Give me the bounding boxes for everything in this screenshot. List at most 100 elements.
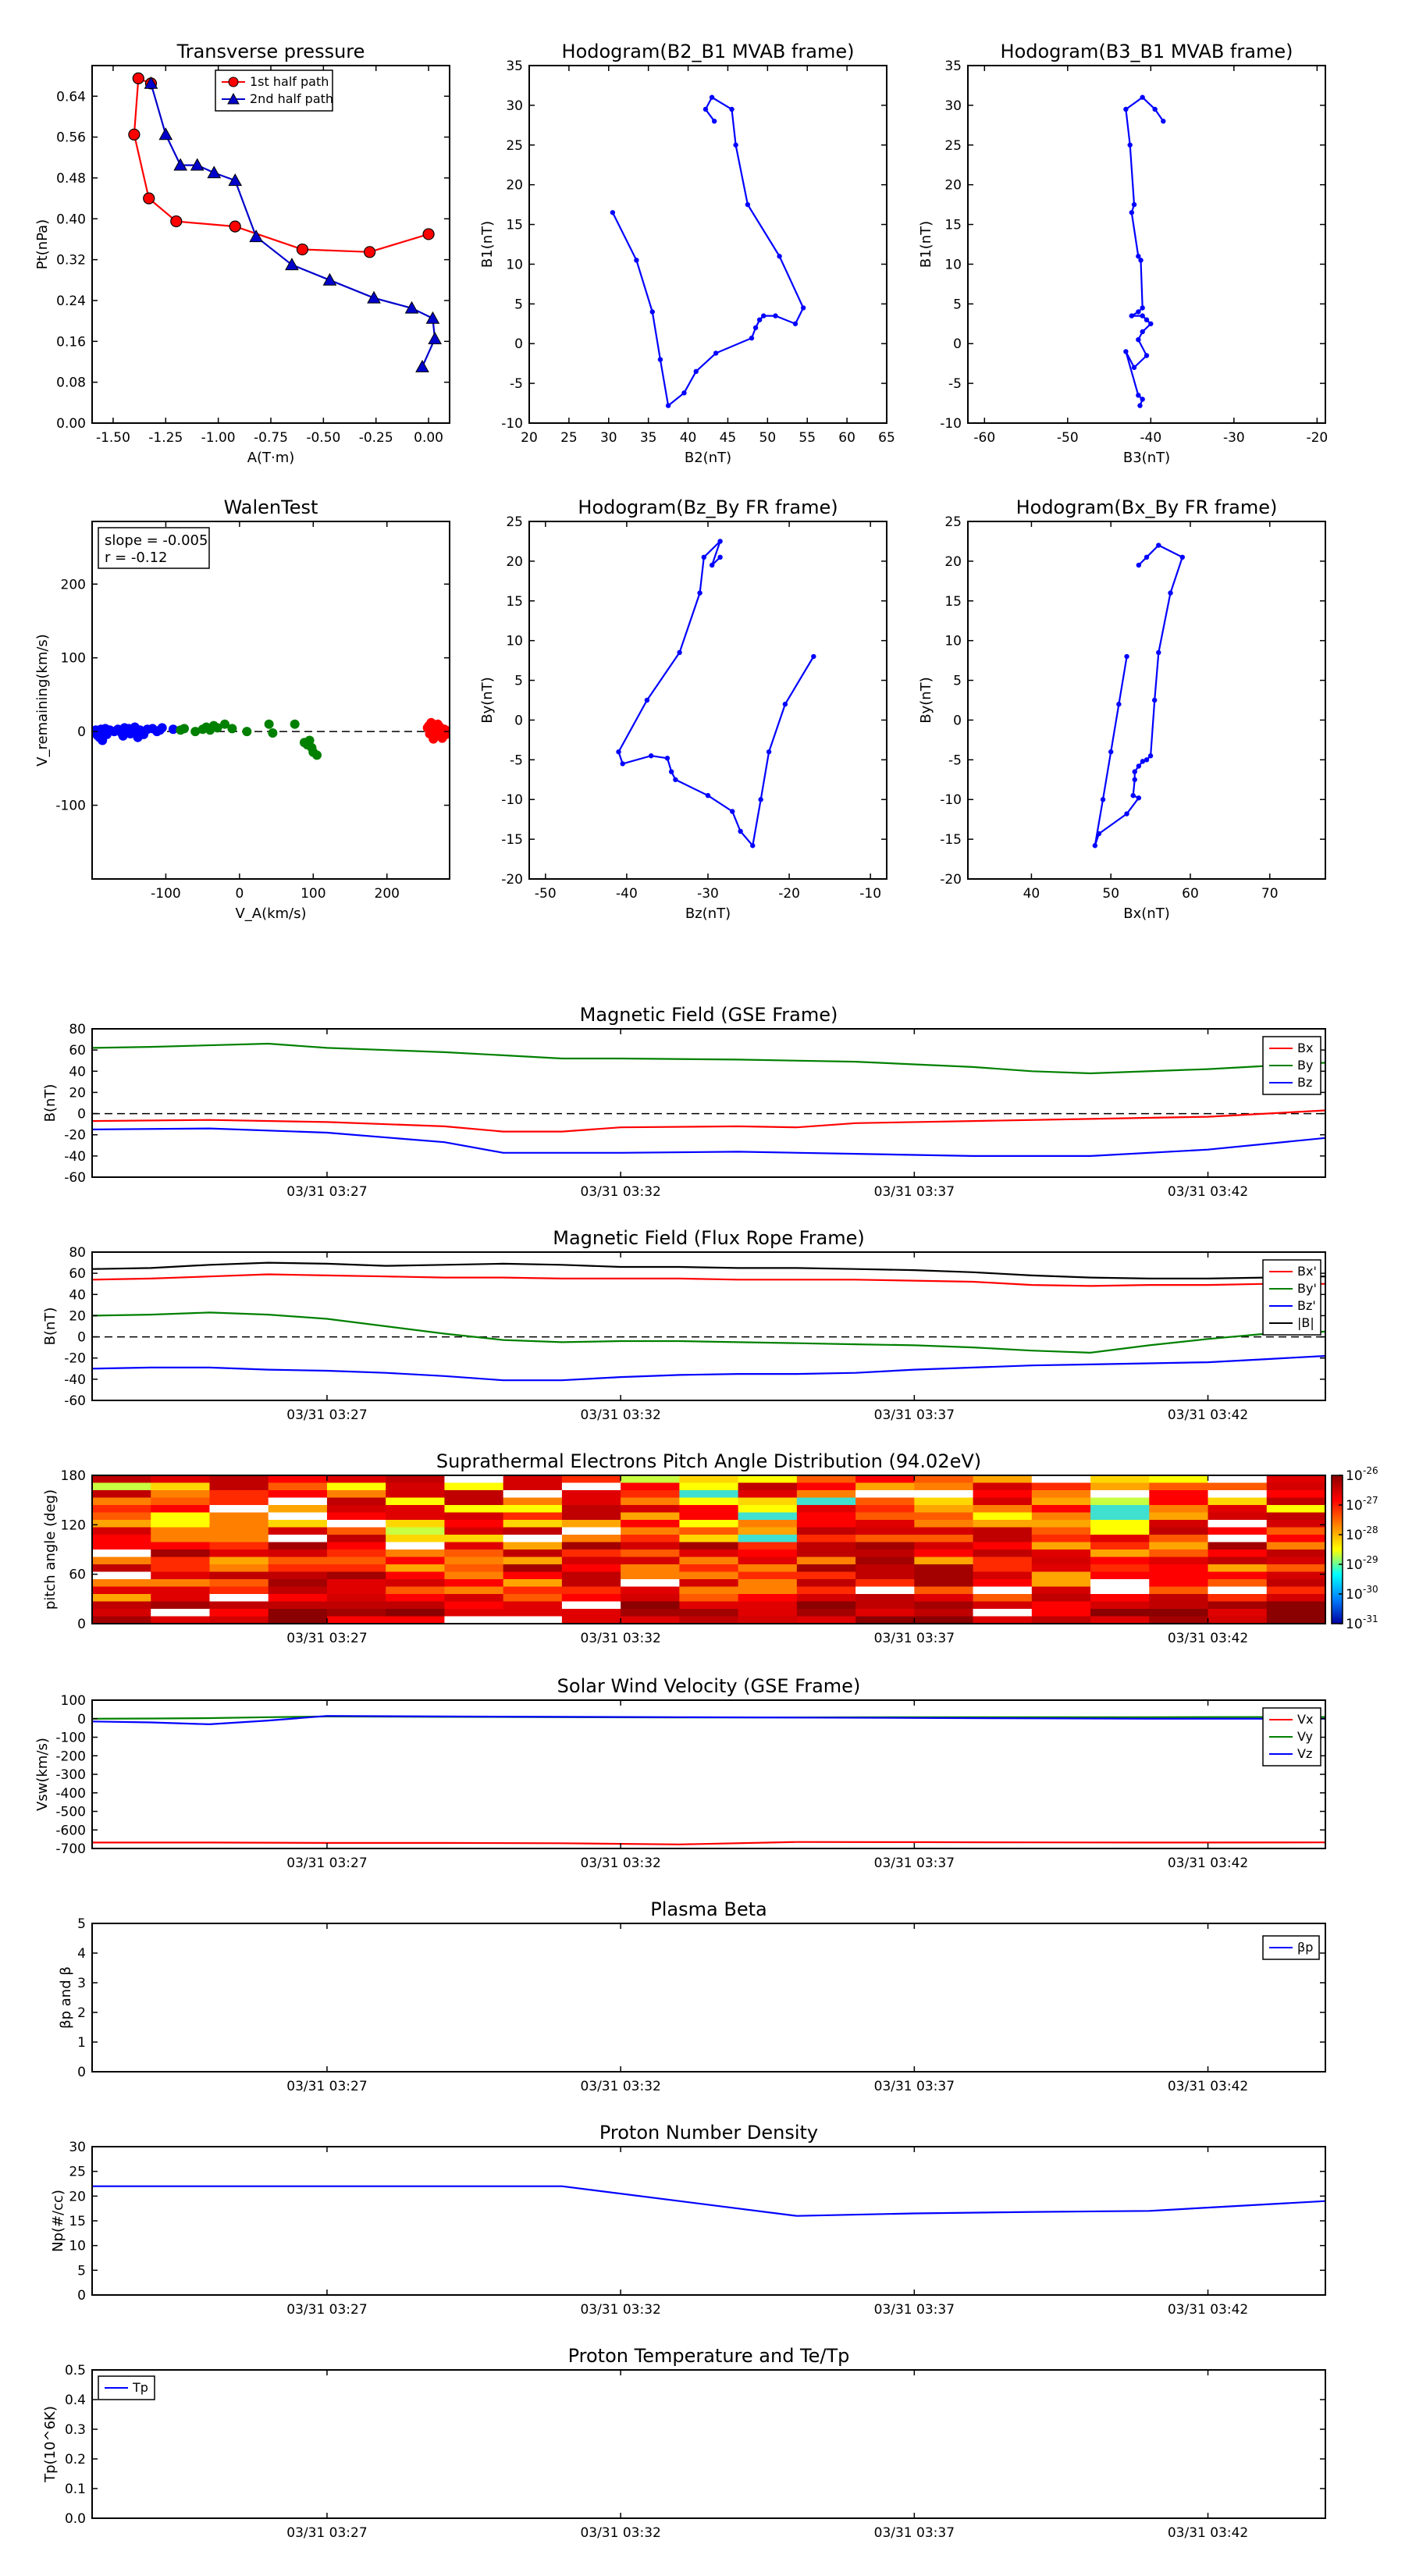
heatmap-cell — [444, 1601, 504, 1610]
y-tick-label: 0.1 — [65, 2482, 86, 2497]
y-tick-label: -5 — [510, 753, 523, 768]
heatmap-cell — [621, 1557, 680, 1565]
heatmap-cell — [92, 1586, 151, 1595]
heatmap-cell — [151, 1571, 211, 1580]
data-point — [1129, 210, 1135, 215]
heatmap-cell — [855, 1601, 915, 1610]
annotation-box: slope = -0.005r = -0.12 — [98, 527, 210, 569]
x-axis-label: B3(nT) — [1123, 450, 1170, 466]
x-tick-label: 03/31 03:27 — [286, 1856, 367, 1871]
heatmap-cell — [386, 1586, 446, 1595]
heatmap-cell — [444, 1550, 504, 1558]
heatmap-cell — [973, 1571, 1033, 1580]
heatmap-cell — [92, 1527, 151, 1535]
heatmap-cell — [444, 1520, 504, 1528]
heatmap-cell — [92, 1550, 151, 1558]
annotation-line: r = -0.12 — [105, 550, 168, 566]
heatmap-cell — [268, 1497, 328, 1506]
x-tick-label: 03/31 03:37 — [874, 1631, 955, 1646]
heatmap-cell — [796, 1594, 856, 1603]
y-axis-label: By(nT) — [918, 677, 934, 723]
y-tick-label: 15 — [944, 594, 962, 610]
heatmap-cell — [973, 1535, 1033, 1543]
x-tick-label: -20 — [778, 886, 800, 902]
heatmap-cell — [444, 1557, 504, 1565]
heatmap-cell — [1266, 1520, 1325, 1528]
data-point — [673, 777, 678, 782]
chart-p9: Suprathermal Electrons Pitch Angle Distr… — [42, 1450, 1378, 1646]
heatmap-cell — [679, 1520, 739, 1528]
data-point — [811, 653, 816, 660]
data-point — [644, 697, 650, 703]
heatmap-cell — [209, 1497, 269, 1506]
heatmap-cell — [621, 1475, 680, 1484]
heatmap-cell — [1090, 1579, 1150, 1588]
y-tick-label: -40 — [64, 1149, 86, 1165]
heatmap-cell — [1149, 1505, 1209, 1514]
heatmap-cell — [855, 1535, 915, 1543]
data-point — [132, 72, 144, 84]
heatmap-cell — [855, 1579, 915, 1588]
heatmap-cell — [679, 1550, 739, 1558]
heatmap-cell — [914, 1520, 974, 1528]
chart-title: WalenTest — [224, 496, 318, 518]
data-point — [1140, 305, 1145, 311]
heatmap-cell — [679, 1490, 739, 1499]
heatmap-cell — [855, 1512, 915, 1521]
heatmap-cell — [1149, 1527, 1209, 1535]
heatmap-cell — [444, 1512, 504, 1521]
heatmap-cell — [973, 1594, 1033, 1603]
data-point — [664, 756, 670, 761]
heatmap-cell — [796, 1550, 856, 1558]
y-tick-label: 10 — [506, 634, 523, 649]
heatmap-cell — [561, 1571, 621, 1580]
y-tick-label: 0 — [77, 724, 86, 740]
heatmap-cell — [796, 1527, 856, 1535]
heatmap-cell — [386, 1505, 446, 1514]
heatmap-cell — [855, 1594, 915, 1603]
axes-frame — [91, 1699, 1326, 1849]
axes-frame — [91, 1923, 1326, 2073]
heatmap-cell — [973, 1564, 1033, 1573]
y-tick-label: 10 — [506, 257, 523, 272]
heatmap-cell — [268, 1579, 328, 1588]
y-tick-label: 0.00 — [56, 416, 86, 432]
x-tick-label: 200 — [375, 886, 400, 902]
heatmap-cell — [679, 1571, 739, 1580]
x-tick-label: 03/31 03:32 — [580, 2079, 660, 2094]
heatmap-cell — [738, 1594, 798, 1603]
y-tick-label: 5 — [953, 674, 962, 689]
heatmap-cell — [151, 1601, 211, 1610]
heatmap-cell — [503, 1609, 563, 1617]
heatmap-cell — [268, 1564, 328, 1573]
x-tick-label: -0.25 — [359, 430, 393, 446]
x-tick-label: 40 — [680, 430, 697, 446]
x-tick-label: 0.00 — [414, 430, 443, 446]
y-tick-label: 0 — [514, 336, 523, 352]
heatmap-cell — [326, 1520, 386, 1528]
heatmap-cell — [444, 1527, 504, 1535]
y-tick-label: 0.0 — [65, 2511, 86, 2527]
axes-frame — [967, 65, 1326, 424]
heatmap-cell — [1149, 1512, 1209, 1521]
data-point — [415, 359, 429, 372]
data-point — [1132, 777, 1137, 782]
heatmap-cell — [151, 1505, 211, 1514]
heatmap-cell — [326, 1482, 386, 1491]
heatmap-cell — [738, 1557, 798, 1565]
heatmap-cell — [855, 1505, 915, 1514]
colorbar-tick-label: 10 — [1346, 1498, 1363, 1514]
heatmap-cell — [503, 1571, 563, 1580]
heatmap-cell — [386, 1535, 446, 1543]
y-axis-label: V_remaining(km/s) — [34, 634, 51, 767]
data-layer — [610, 94, 806, 408]
axes-frame — [91, 2369, 1326, 2519]
data-point — [1179, 554, 1186, 560]
y-tick-label: 5 — [953, 297, 962, 312]
heatmap-cell — [914, 1527, 974, 1535]
heatmap-cell — [386, 1512, 446, 1521]
chart-title: Hodogram(B2_B1 MVAB frame) — [562, 41, 855, 62]
x-tick-label: 35 — [640, 430, 657, 446]
heatmap-cell — [326, 1527, 386, 1535]
x-tick-label: -20 — [1306, 430, 1328, 446]
